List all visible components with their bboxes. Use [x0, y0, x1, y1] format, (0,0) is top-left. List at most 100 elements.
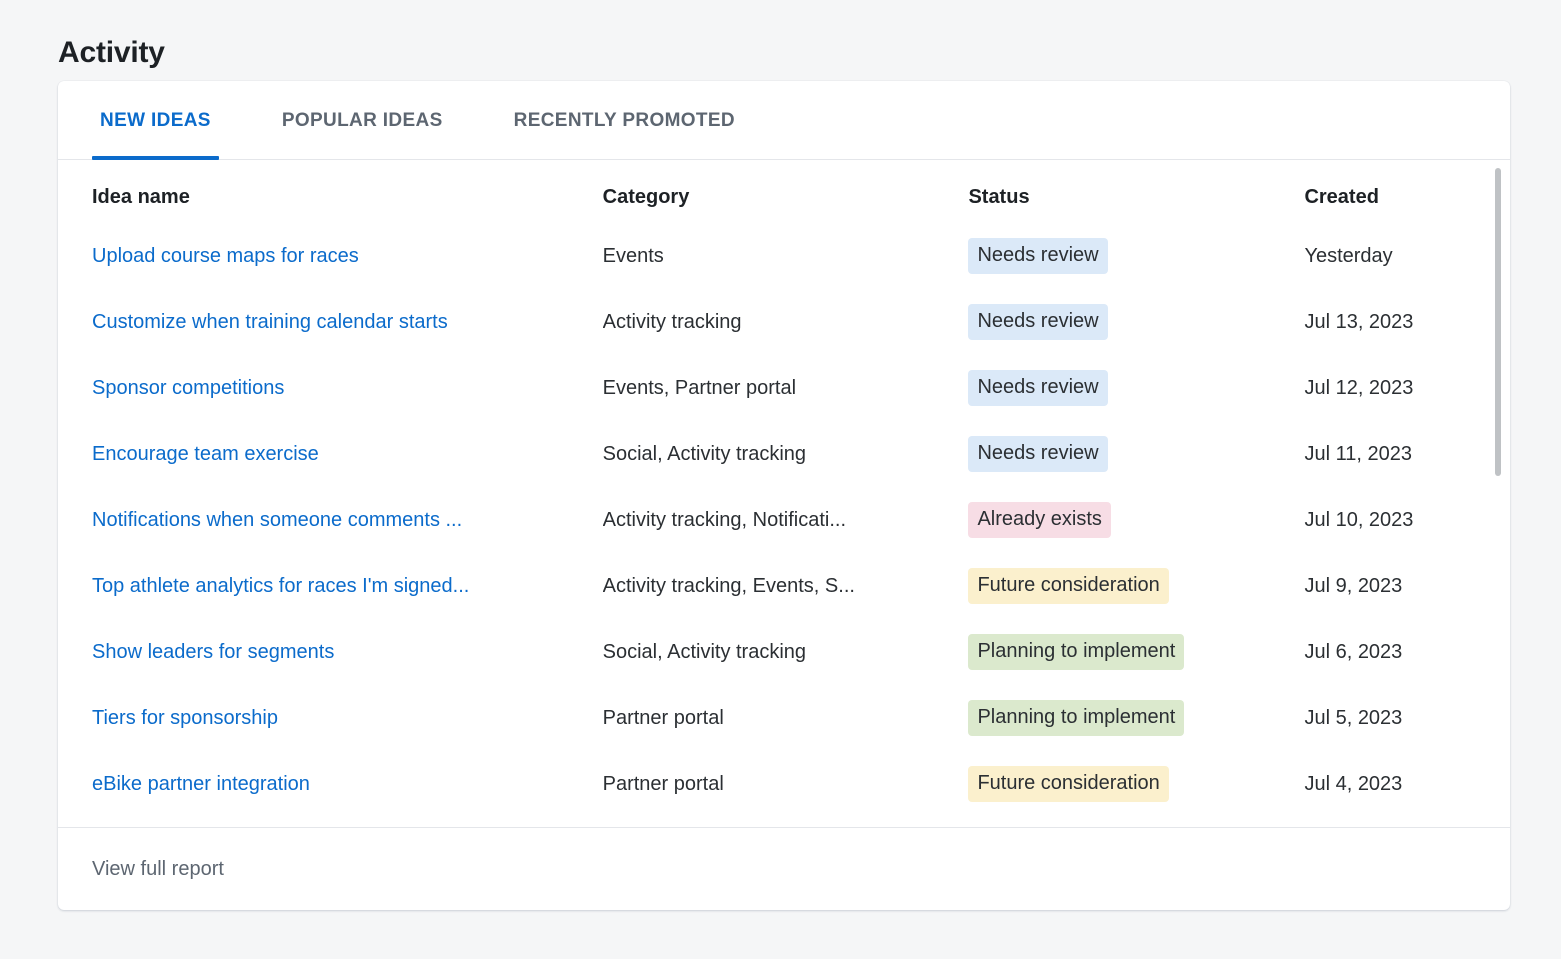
created-text: Jul 13, 2023 [1304, 310, 1414, 333]
cell-idea-name: Notifications when someone comments ... [58, 487, 603, 553]
status-badge: Needs review [968, 370, 1108, 406]
cell-created: Yesterday [1304, 223, 1510, 289]
cell-status: Needs review [968, 421, 1304, 487]
idea-link[interactable]: Top athlete analytics for races I'm sign… [92, 575, 603, 598]
tab-popular-ideas[interactable]: POPULAR IDEAS [274, 81, 451, 160]
table-body: Upload course maps for races Events Need… [58, 223, 1510, 817]
created-text: Jul 4, 2023 [1304, 772, 1403, 795]
created-text: Jul 5, 2023 [1304, 706, 1403, 729]
cell-idea-name: Top athlete analytics for races I'm sign… [58, 553, 603, 619]
cell-idea-name: Show leaders for segments [58, 619, 603, 685]
table-row: Upload course maps for races Events Need… [58, 223, 1510, 289]
cell-status: Planning to implement [968, 619, 1304, 685]
idea-link[interactable]: Tiers for sponsorship [92, 707, 603, 730]
cell-category: Activity tracking [603, 289, 969, 355]
column-header-category[interactable]: Category [603, 160, 969, 223]
category-text: Partner portal [602, 772, 724, 795]
activity-page: Activity NEW IDEAS POPULAR IDEAS RECENTL… [0, 0, 1561, 959]
page-title: Activity [58, 36, 165, 70]
table-header-row: Idea name Category Status Created [58, 160, 1510, 223]
activity-card: NEW IDEAS POPULAR IDEAS RECENTLY PROMOTE… [58, 81, 1510, 910]
cell-created: Jul 10, 2023 [1304, 487, 1510, 553]
category-text: Activity tracking, Events, S... [602, 574, 855, 597]
status-badge: Needs review [968, 436, 1108, 472]
table-row: eBike partner integration Partner portal… [58, 751, 1510, 817]
column-header-status[interactable]: Status [968, 160, 1304, 223]
status-badge: Needs review [968, 238, 1108, 274]
cell-idea-name: Sponsor competitions [58, 355, 603, 421]
table-row: Show leaders for segments Social, Activi… [58, 619, 1510, 685]
cell-category: Events [603, 223, 969, 289]
cell-idea-name: eBike partner integration [58, 751, 603, 817]
created-text: Jul 10, 2023 [1304, 508, 1414, 531]
table-header: Idea name Category Status Created [58, 160, 1510, 223]
status-badge: Planning to implement [968, 634, 1185, 670]
cell-created: Jul 13, 2023 [1304, 289, 1510, 355]
cell-category: Social, Activity tracking [603, 421, 969, 487]
cell-status: Needs review [968, 223, 1304, 289]
cell-status: Already exists [968, 487, 1304, 553]
cell-status: Needs review [968, 289, 1304, 355]
category-text: Events, Partner portal [602, 376, 797, 399]
cell-created: Jul 5, 2023 [1304, 685, 1510, 751]
tab-new-ideas[interactable]: NEW IDEAS [92, 81, 219, 160]
cell-created: Jul 12, 2023 [1304, 355, 1510, 421]
cell-idea-name: Upload course maps for races [58, 223, 603, 289]
status-badge: Needs review [968, 304, 1108, 340]
column-header-idea-name[interactable]: Idea name [58, 160, 603, 223]
vertical-scrollbar-thumb[interactable] [1495, 168, 1501, 476]
created-text: Jul 11, 2023 [1304, 442, 1412, 465]
created-text: Jul 12, 2023 [1304, 376, 1414, 399]
view-full-report-link[interactable]: View full report [92, 858, 224, 881]
table-row: Encourage team exercise Social, Activity… [58, 421, 1510, 487]
cell-idea-name: Encourage team exercise [58, 421, 603, 487]
cell-created: Jul 11, 2023 [1304, 421, 1510, 487]
idea-link[interactable]: eBike partner integration [92, 773, 603, 796]
ideas-table-scroll-area[interactable]: Idea name Category Status Created Upload… [58, 160, 1510, 827]
status-badge: Future consideration [968, 568, 1169, 604]
idea-link[interactable]: Customize when training calendar starts [92, 311, 603, 334]
cell-category: Events, Partner portal [603, 355, 969, 421]
cell-category: Social, Activity tracking [603, 619, 969, 685]
created-text: Jul 6, 2023 [1304, 640, 1403, 663]
cell-status: Needs review [968, 355, 1304, 421]
ideas-table: Idea name Category Status Created Upload… [58, 160, 1510, 817]
table-row: Sponsor competitions Events, Partner por… [58, 355, 1510, 421]
cell-category: Activity tracking, Notificati... [603, 487, 969, 553]
category-text: Partner portal [602, 706, 724, 729]
category-text: Activity tracking [602, 310, 742, 333]
status-badge: Planning to implement [968, 700, 1185, 736]
category-text: Social, Activity tracking [602, 442, 807, 465]
table-row: Notifications when someone comments ... … [58, 487, 1510, 553]
cell-status: Future consideration [968, 553, 1304, 619]
idea-link[interactable]: Sponsor competitions [92, 377, 603, 400]
cell-created: Jul 6, 2023 [1304, 619, 1510, 685]
ideas-table-region: Idea name Category Status Created Upload… [58, 160, 1510, 827]
cell-idea-name: Customize when training calendar starts [58, 289, 603, 355]
idea-link[interactable]: Notifications when someone comments ... [92, 509, 603, 532]
cell-category: Partner portal [603, 685, 969, 751]
category-text: Social, Activity tracking [602, 640, 807, 663]
created-text: Jul 9, 2023 [1304, 574, 1403, 597]
idea-link[interactable]: Show leaders for segments [92, 641, 603, 664]
status-badge: Already exists [968, 502, 1111, 538]
created-text: Yesterday [1304, 244, 1393, 267]
tab-recently-promoted[interactable]: RECENTLY PROMOTED [506, 81, 743, 160]
column-header-created[interactable]: Created [1304, 160, 1510, 223]
cell-status: Planning to implement [968, 685, 1304, 751]
tab-bar: NEW IDEAS POPULAR IDEAS RECENTLY PROMOTE… [58, 81, 1510, 160]
table-row: Top athlete analytics for races I'm sign… [58, 553, 1510, 619]
card-footer: View full report [58, 827, 1510, 910]
cell-created: Jul 9, 2023 [1304, 553, 1510, 619]
table-row: Customize when training calendar starts … [58, 289, 1510, 355]
cell-category: Activity tracking, Events, S... [603, 553, 969, 619]
cell-status: Future consideration [968, 751, 1304, 817]
cell-created: Jul 4, 2023 [1304, 751, 1510, 817]
category-text: Activity tracking, Notificati... [602, 508, 847, 531]
idea-link[interactable]: Upload course maps for races [92, 245, 603, 268]
cell-category: Partner portal [603, 751, 969, 817]
status-badge: Future consideration [968, 766, 1169, 802]
idea-link[interactable]: Encourage team exercise [92, 443, 603, 466]
cell-idea-name: Tiers for sponsorship [58, 685, 603, 751]
table-row: Tiers for sponsorship Partner portal Pla… [58, 685, 1510, 751]
